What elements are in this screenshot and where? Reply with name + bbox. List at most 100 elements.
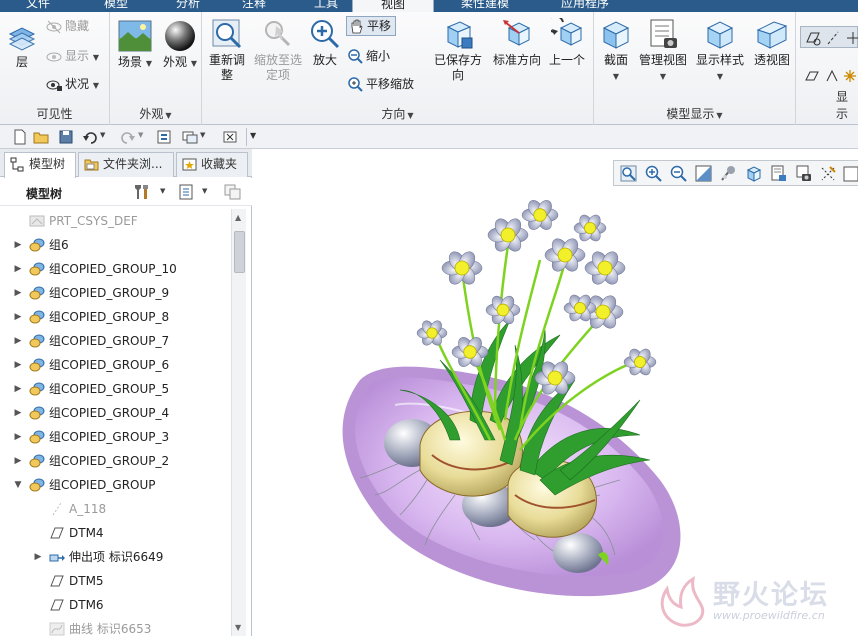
tab-folder-browser[interactable]: 文件夹浏... [78,152,174,177]
chevron-down-icon[interactable]: ▼ [165,111,171,120]
redo-icon[interactable] [120,129,136,145]
tree-item[interactable]: ▶ 伸出项 标识6649 [6,545,231,569]
expand-toggle-icon[interactable]: ▶ [12,401,24,425]
tree-item[interactable]: DTM5 [6,569,231,593]
perspective-button[interactable]: 透视图 [750,18,794,68]
undo-dropdown-icon[interactable]: ▼ [100,131,105,139]
narcissus-flower[interactable] [441,249,483,287]
expand-toggle-icon[interactable]: ▶ [12,449,24,473]
close-window-icon[interactable] [222,129,238,145]
narcissus-flower[interactable] [544,236,586,274]
zoom-in-button[interactable]: 放大 [308,18,342,68]
windows-icon[interactable] [182,129,198,145]
scrollbar-thumb[interactable] [234,231,245,273]
filter-icon[interactable] [224,184,242,200]
expand-toggle-icon[interactable]: ▶ [12,425,24,449]
chevron-down-icon[interactable]: ▼ [716,111,722,120]
refit-button[interactable]: 重新调整 [206,18,248,83]
save-icon[interactable] [58,129,74,145]
tab-model[interactable]: 模型 [88,0,144,12]
tree-item[interactable]: ▶ 组COPIED_GROUP_8 [6,305,231,329]
display-style-button[interactable]: 显示样式 ▼ [692,18,748,84]
plane-display-icon[interactable] [805,30,821,46]
narcissus-flower[interactable] [416,319,448,348]
open-folder-icon[interactable] [33,129,49,145]
previous-orientation-button[interactable]: 上一个 [546,18,588,68]
narcissus-flower[interactable] [521,198,559,232]
expand-toggle-icon[interactable]: ▶ [12,233,24,257]
appearance-button[interactable]: 外观 ▼ [160,20,200,71]
tree-settings-icon[interactable] [178,184,194,200]
expand-toggle-icon[interactable]: ▶ [12,305,24,329]
expand-toggle-icon[interactable]: ▶ [12,281,24,305]
scene-button[interactable]: 场景 ▼ [114,20,156,71]
expand-toggle-icon[interactable]: ▶ [12,329,24,353]
pan-zoom-button[interactable]: 平移缩放 [348,76,414,92]
regenerate-icon[interactable] [156,129,172,145]
tree-scrollbar[interactable]: ▲ ▼ [231,209,246,636]
tree-item[interactable]: ▶ 组COPIED_GROUP_3 [6,425,231,449]
tab-view[interactable]: 视图 [352,0,434,12]
layer-button[interactable]: 层 [4,22,40,70]
tab-tools[interactable]: 工具 [298,0,354,12]
zoom-out-button[interactable]: 缩小 [348,48,390,64]
undo-icon[interactable] [82,129,98,145]
new-file-icon[interactable] [12,129,28,145]
section-button[interactable]: 截面 ▼ [598,18,634,84]
tree-item[interactable]: A_118 [6,497,231,521]
customize-toolbar-icon[interactable]: ▼ [250,131,256,140]
tree-item[interactable]: ▶ 组COPIED_GROUP_2 [6,449,231,473]
hide-button[interactable]: 隐藏 [46,18,89,34]
expand-toggle-icon[interactable]: ▶ [32,545,44,569]
tab-flexible-modeling[interactable]: 柔性建模 [440,0,530,12]
expand-toggle-icon[interactable]: ▶ [12,377,24,401]
pan-button[interactable]: 平移 [346,16,397,36]
tree-item[interactable]: ▼ 组COPIED_GROUP [6,473,231,497]
tab-model-tree[interactable]: 模型树 [4,152,76,178]
tab-applications[interactable]: 应用程序 [545,0,625,12]
tree-item[interactable]: DTM6 [6,593,231,617]
tree-item[interactable]: ▶ 组COPIED_GROUP_10 [6,257,231,281]
tree-item[interactable]: DTM4 [6,521,231,545]
settings-dropdown-icon[interactable]: ▼ [202,187,207,195]
spin-center-icon[interactable] [842,68,858,84]
status-button[interactable]: 状况 ▼ [46,76,99,94]
point-display-icon[interactable] [845,30,858,46]
narcissus-flower[interactable] [573,213,607,244]
csys-display-icon[interactable] [804,68,820,84]
tree-item[interactable]: ▶ 组COPIED_GROUP_4 [6,401,231,425]
tree-item[interactable]: ▶ 组COPIED_GROUP_5 [6,377,231,401]
zoom-to-selected-button[interactable]: 缩放至选定项 [252,18,304,83]
graphics-window[interactable]: 野火论坛 www.proewildfire.cn [253,149,858,636]
scroll-up-icon[interactable]: ▲ [235,213,241,222]
tab-file[interactable]: 文件 [10,0,66,12]
tab-favorites[interactable]: 收藏夹 [176,152,248,177]
annotation-display-icon[interactable] [824,68,840,84]
expand-toggle-icon[interactable]: ▶ [12,257,24,281]
tree-item[interactable]: ▶ 组COPIED_GROUP_7 [6,329,231,353]
scroll-down-icon[interactable]: ▼ [235,623,241,632]
redo-dropdown-icon[interactable]: ▼ [138,131,143,139]
manage-views-button[interactable]: 管理视图 ▼ [636,18,690,84]
tree-item[interactable]: ▶ 组COPIED_GROUP_9 [6,281,231,305]
tree-item[interactable]: ▶ 组COPIED_GROUP_6 [6,353,231,377]
tree-item[interactable]: ▶ 组6 [6,233,231,257]
chevron-down-icon[interactable]: ▼ [407,111,413,120]
stone[interactable] [553,533,603,573]
tools-icon[interactable] [134,184,152,200]
show-button[interactable]: 显示 ▼ [46,48,99,66]
axis-display-icon[interactable] [825,30,841,46]
narcissus-flower[interactable] [623,347,657,378]
tree-item[interactable]: PRT_CSYS_DEF [6,209,231,233]
collapse-toggle-icon[interactable]: ▼ [12,473,24,497]
standard-orientation-button[interactable]: 标准方向 [490,18,544,68]
narcissus-flower[interactable] [584,249,626,287]
windows-dropdown-icon[interactable]: ▼ [200,131,205,139]
narcissus-flower[interactable] [485,294,521,326]
tab-analysis[interactable]: 分析 [160,0,216,12]
tools-dropdown-icon[interactable]: ▼ [160,187,165,195]
saved-orientations-button[interactable]: 已保存方向 [432,18,484,83]
expand-toggle-icon[interactable]: ▶ [12,353,24,377]
tab-annotate[interactable]: 注释 [226,0,282,12]
tree-item[interactable]: 曲线 标识6653 [6,617,231,636]
